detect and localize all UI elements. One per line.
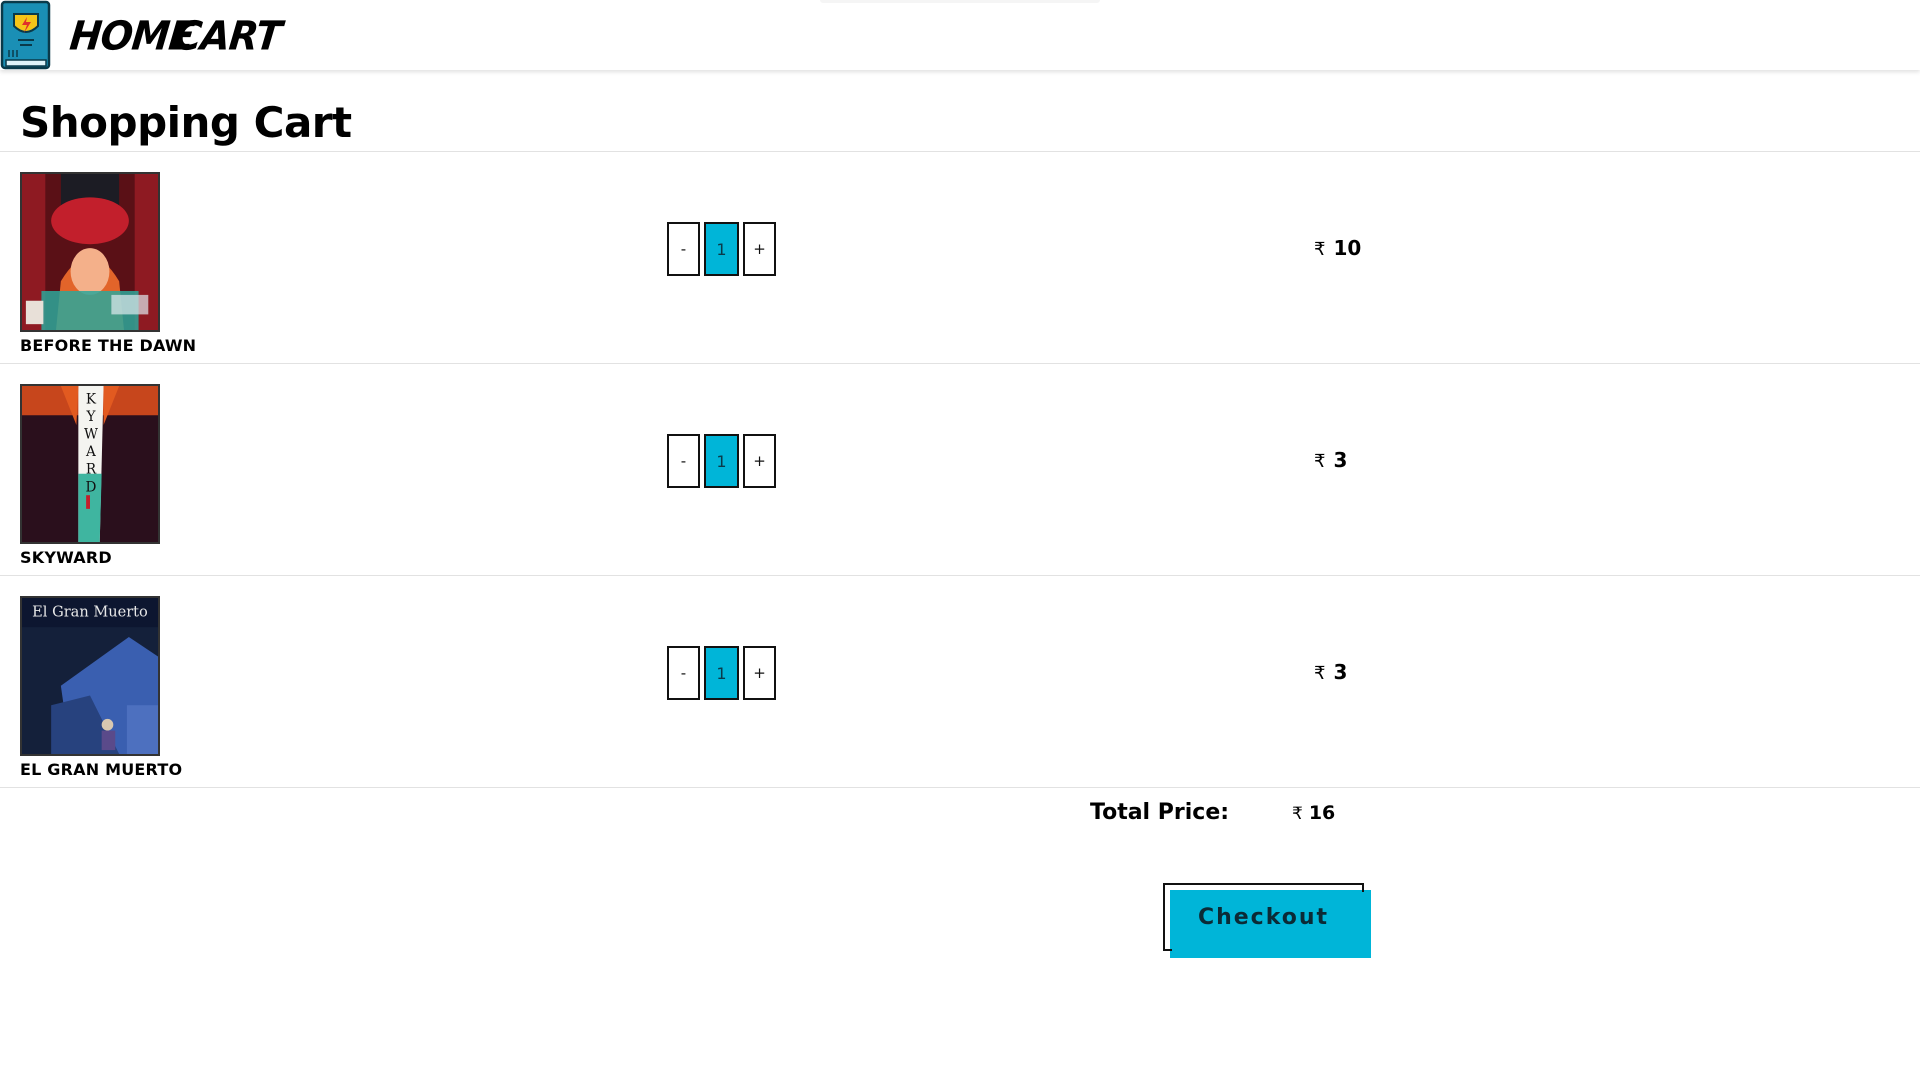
nav-glow <box>820 0 1100 3</box>
increase-quantity-button[interactable]: + <box>743 222 776 276</box>
total-price-value: 16 <box>1308 802 1336 824</box>
total-price-label: Total Price: <box>1090 800 1230 825</box>
item-price: ₹ 3 <box>1314 448 1347 472</box>
divider <box>0 787 1920 788</box>
quantity-value: 1 <box>704 434 739 488</box>
checkout-button-wrapper: Checkout <box>1163 883 1372 960</box>
checkout-button-label: Checkout <box>1197 904 1330 930</box>
page-title: Shopping Cart <box>20 98 352 147</box>
increase-quantity-button[interactable]: + <box>743 646 776 700</box>
navbar: HOME CART <box>0 0 1920 70</box>
price-value: 3 <box>1333 660 1348 684</box>
svg-text:Y: Y <box>85 409 96 425</box>
nav-cart-link[interactable]: CART <box>172 13 284 59</box>
svg-text:R: R <box>86 462 97 478</box>
book-cover-image[interactable] <box>20 172 160 332</box>
decrease-quantity-button[interactable]: - <box>667 222 700 276</box>
cart-item: K Y W A R D SKYWARD - 1 + ₹ 3 <box>0 364 1920 576</box>
svg-text:D: D <box>86 479 97 495</box>
decrease-quantity-button[interactable]: - <box>667 434 700 488</box>
item-price: ₹ 10 <box>1314 236 1361 260</box>
rupee-symbol: ₹ <box>1314 239 1326 260</box>
svg-text:A: A <box>85 444 96 460</box>
svg-text:El Gran Muerto: El Gran Muerto <box>32 604 148 621</box>
item-name: BEFORE THE DAWN <box>20 336 197 355</box>
quantity-value: 1 <box>704 646 739 700</box>
price-value: 3 <box>1333 448 1348 472</box>
total-price: ₹ 16 <box>1292 802 1335 824</box>
rupee-symbol: ₹ <box>1314 451 1326 472</box>
rupee-symbol: ₹ <box>1314 663 1326 684</box>
increase-quantity-button[interactable]: + <box>743 434 776 488</box>
price-value: 10 <box>1333 236 1362 260</box>
item-price: ₹ 3 <box>1314 660 1347 684</box>
checkout-button[interactable]: Checkout <box>1163 883 1364 951</box>
decrease-quantity-button[interactable]: - <box>667 646 700 700</box>
book-cover-image[interactable]: El Gran Muerto <box>20 596 160 756</box>
svg-text:W: W <box>84 427 98 443</box>
svg-text:K: K <box>86 392 97 408</box>
comic-book-logo-icon[interactable] <box>0 0 52 70</box>
item-name: SKYWARD <box>20 548 112 567</box>
cart-item: BEFORE THE DAWN - 1 + ₹ 10 <box>0 152 1920 364</box>
item-name: EL GRAN MUERTO <box>20 760 183 779</box>
book-cover-image[interactable]: K Y W A R D <box>20 384 160 544</box>
cart-item: El Gran Muerto EL GRAN MUERTO - 1 + ₹ 3 <box>0 576 1920 788</box>
rupee-symbol: ₹ <box>1292 804 1303 824</box>
quantity-value: 1 <box>704 222 739 276</box>
